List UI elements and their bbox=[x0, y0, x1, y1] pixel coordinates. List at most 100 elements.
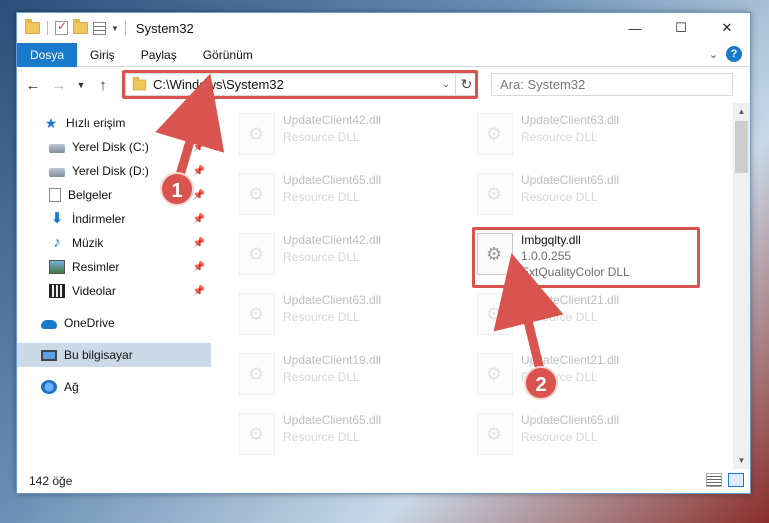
list-item[interactable]: UpdateClient42.dll Resource DLL bbox=[235, 229, 467, 281]
file-name: UpdateClient21.dll bbox=[521, 353, 620, 367]
refresh-icon[interactable]: ↻ bbox=[455, 74, 477, 95]
address-path[interactable]: C:\Windows\System32 bbox=[153, 77, 437, 92]
status-bar: 142 öğe bbox=[17, 469, 750, 493]
folder-icon bbox=[25, 19, 40, 34]
recent-locations-chevron-icon[interactable]: ▼ bbox=[75, 80, 87, 90]
sidebar-item-music[interactable]: ♪ Müzik 📌 bbox=[17, 231, 211, 255]
vertical-scrollbar[interactable]: ▲ ▼ bbox=[733, 103, 750, 469]
sidebar-item-disk-c[interactable]: Yerel Disk (C:) 📌 bbox=[17, 135, 211, 159]
sidebar-item-onedrive[interactable]: OneDrive bbox=[17, 311, 211, 335]
sidebar-item-label: Resimler bbox=[72, 260, 120, 274]
tiles-view-icon[interactable] bbox=[728, 473, 744, 487]
documents-icon bbox=[49, 188, 61, 202]
tab-dosya[interactable]: Dosya bbox=[17, 42, 78, 67]
item-count: 142 öğe bbox=[29, 474, 73, 488]
window-title: System32 bbox=[135, 20, 194, 36]
pin-icon[interactable]: 📌 bbox=[193, 166, 205, 177]
file-type: Resource DLL bbox=[283, 130, 360, 144]
content-area: ★ Hızlı erişim Yerel Disk (C:) 📌 Yerel D… bbox=[17, 103, 750, 469]
list-item[interactable]: UpdateClient63.dll Resource DLL bbox=[473, 109, 705, 161]
expand-ribbon-chevron-icon[interactable]: ⌄ bbox=[709, 48, 718, 61]
sidebar-item-quick-access[interactable]: ★ Hızlı erişim bbox=[17, 111, 211, 135]
help-icon[interactable]: ? bbox=[726, 46, 742, 62]
new-folder-icon[interactable] bbox=[73, 19, 88, 34]
pin-icon[interactable]: 📌 bbox=[193, 262, 205, 273]
file-type: Resource DLL bbox=[521, 190, 598, 204]
file-name: UpdateClient63.dll bbox=[283, 293, 382, 307]
properties-check-icon[interactable] bbox=[55, 19, 68, 35]
sidebar-item-downloads[interactable]: ⬇ İndirmeler 📌 bbox=[17, 207, 211, 231]
file-name: UpdateClient19.dll bbox=[283, 353, 382, 367]
file-name: UpdateClient42.dll bbox=[283, 233, 382, 247]
file-type: Resource DLL bbox=[283, 190, 360, 204]
sidebar-item-label: OneDrive bbox=[64, 316, 115, 330]
file-name: UpdateClient65.dll bbox=[283, 173, 382, 187]
tab-paylas[interactable]: Paylaş bbox=[128, 43, 190, 67]
forward-arrow-icon[interactable]: → bbox=[49, 77, 69, 94]
explorer-window: ▼ System32 — ☐ ✕ Dosya Giriş Paylaş Görü… bbox=[16, 12, 751, 494]
downloads-icon: ⬇ bbox=[50, 210, 64, 227]
file-name: UpdateClient21.dll bbox=[521, 293, 620, 307]
videos-icon bbox=[49, 284, 65, 298]
dll-file-icon bbox=[477, 353, 513, 395]
scroll-down-arrow-icon[interactable]: ▼ bbox=[733, 452, 750, 469]
pin-icon[interactable]: 📌 bbox=[193, 214, 205, 225]
sidebar-item-this-pc[interactable]: Bu bilgisayar bbox=[17, 343, 211, 367]
network-icon bbox=[41, 380, 57, 394]
file-type: Resource DLL bbox=[283, 310, 360, 324]
sidebar-item-videos[interactable]: Videolar 📌 bbox=[17, 279, 211, 303]
file-name: UpdateClient65.dll bbox=[521, 173, 620, 187]
sidebar-item-label: Bu bilgisayar bbox=[64, 348, 133, 362]
dll-file-icon bbox=[239, 233, 275, 275]
tab-gorunum[interactable]: Görünüm bbox=[190, 43, 266, 67]
minimize-button[interactable]: — bbox=[612, 13, 658, 43]
pin-icon[interactable]: 📌 bbox=[193, 190, 205, 201]
dll-file-icon bbox=[239, 353, 275, 395]
pin-icon[interactable]: 📌 bbox=[193, 286, 205, 297]
search-input[interactable]: Ara: System32 bbox=[491, 73, 733, 96]
file-type: Resource DLL bbox=[521, 130, 598, 144]
dll-file-icon bbox=[477, 173, 513, 215]
navigation-pane: ★ Hızlı erişim Yerel Disk (C:) 📌 Yerel D… bbox=[17, 103, 211, 469]
sidebar-item-label: Yerel Disk (D:) bbox=[72, 164, 149, 178]
pin-icon[interactable]: 📌 bbox=[193, 238, 205, 249]
sidebar-item-label: Ağ bbox=[64, 380, 79, 394]
separator bbox=[47, 21, 48, 35]
list-item[interactable]: UpdateClient65.dll Resource DLL bbox=[235, 169, 467, 221]
maximize-button[interactable]: ☐ bbox=[658, 13, 704, 43]
list-item[interactable]: UpdateClient65.dll Resource DLL bbox=[473, 409, 705, 461]
sidebar-item-label: Videolar bbox=[72, 284, 116, 298]
back-arrow-icon[interactable]: ← bbox=[23, 77, 43, 94]
dll-file-icon bbox=[477, 113, 513, 155]
sidebar-item-network[interactable]: Ağ bbox=[17, 375, 211, 399]
up-arrow-icon[interactable]: ↑ bbox=[93, 77, 113, 94]
file-list: UpdateClient42.dll Resource DLL UpdateCli… bbox=[211, 103, 733, 469]
file-name: UpdateClient65.dll bbox=[283, 413, 382, 427]
details-view-icon[interactable] bbox=[706, 473, 722, 487]
list-properties-icon[interactable] bbox=[93, 21, 106, 35]
list-item[interactable]: UpdateClient21.dllResource DLL bbox=[473, 289, 705, 341]
tab-giris[interactable]: Giriş bbox=[77, 43, 128, 67]
onedrive-icon bbox=[41, 320, 57, 329]
list-item[interactable]: UpdateClient65.dll Resource DLL bbox=[235, 409, 467, 461]
callout-step-1: 1 bbox=[160, 172, 194, 206]
scroll-up-arrow-icon[interactable]: ▲ bbox=[733, 103, 750, 120]
customize-toolbar-dropdown-icon[interactable]: ▼ bbox=[111, 24, 119, 33]
list-item-imbgqlty[interactable]: Imbgqlty.dll 1.0.0.255 ExtQualityColor D… bbox=[473, 229, 705, 285]
folder-icon bbox=[132, 76, 147, 90]
scrollbar-thumb[interactable] bbox=[735, 121, 748, 173]
close-button[interactable]: ✕ bbox=[704, 13, 750, 43]
address-bar[interactable]: C:\Windows\System32 ⌄ ↻ bbox=[125, 73, 478, 96]
list-item[interactable]: UpdateClient65.dll Resource DLL bbox=[473, 169, 705, 221]
star-icon: ★ bbox=[44, 115, 58, 131]
file-name: Imbgqlty.dll bbox=[521, 233, 581, 247]
list-item[interactable]: UpdateClient42.dll Resource DLL bbox=[235, 109, 467, 161]
list-item[interactable]: UpdateClient21.dllResource DLL bbox=[473, 349, 705, 401]
sidebar-item-pictures[interactable]: Resimler 📌 bbox=[17, 255, 211, 279]
address-dropdown-icon[interactable]: ⌄ bbox=[437, 79, 455, 90]
sidebar-item-label: Belgeler bbox=[68, 188, 113, 202]
list-item[interactable]: UpdateClient19.dll Resource DLL bbox=[235, 349, 467, 401]
list-item[interactable]: UpdateClient63.dll Resource DLL bbox=[235, 289, 467, 341]
dll-file-icon bbox=[239, 293, 275, 335]
pin-icon[interactable]: 📌 bbox=[193, 142, 205, 153]
